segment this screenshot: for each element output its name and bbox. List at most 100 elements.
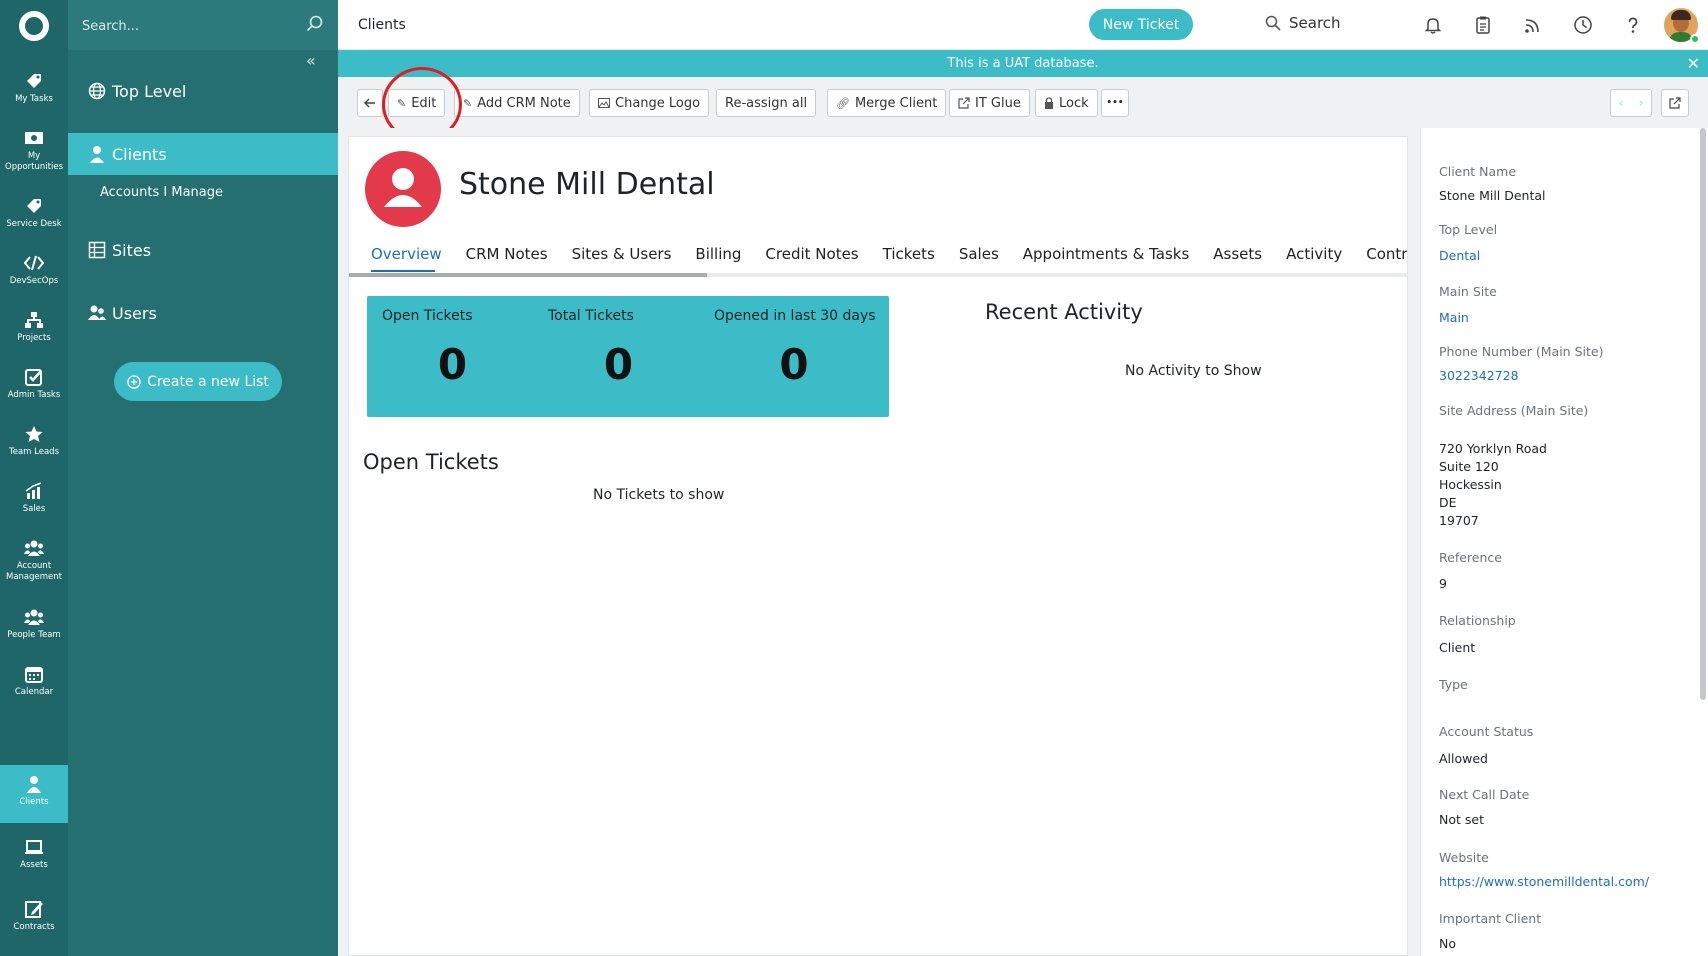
back-button[interactable] (357, 89, 383, 117)
clients-sidebar: « Top Level Clients Accounts I Manage Si… (68, 0, 338, 956)
create-new-list-button[interactable]: Create a new List (114, 362, 282, 401)
stat-opened-last-30-days[interactable]: Opened in last 30 days 0 (699, 296, 889, 417)
collapse-sidebar-icon[interactable]: « (306, 52, 324, 70)
details-scrollbar[interactable] (1700, 128, 1706, 700)
note-icon: ✎ (463, 96, 473, 110)
clipboard-icon[interactable] (1473, 15, 1493, 35)
more-actions-button[interactable]: ••• (1101, 89, 1129, 117)
sidebar-search (68, 0, 338, 50)
sidebar-item-accounts-i-manage[interactable]: Accounts I Manage (100, 185, 223, 200)
close-icon[interactable]: ✕ (1687, 50, 1700, 77)
prev-record-icon[interactable]: ‹ (1611, 90, 1631, 116)
client-name-heading: Stone Mill Dental (459, 167, 715, 202)
rail-item-account-management[interactable]: Account Management (0, 529, 68, 593)
globe-icon (88, 82, 106, 100)
tab-activity[interactable]: Activity (1286, 245, 1342, 263)
bell-icon[interactable] (1423, 15, 1443, 35)
it-glue-label: IT Glue (975, 95, 1021, 111)
tabs-scrollbar-thumb[interactable] (349, 273, 707, 277)
rail-item-assets[interactable]: Assets (0, 828, 68, 886)
top-level-label: Top Level (1439, 222, 1498, 237)
website-link[interactable]: https://www.stonemilldental.com/ (1439, 874, 1649, 889)
people-icon (24, 609, 44, 625)
phone-link[interactable]: 3022342728 (1439, 368, 1519, 383)
tab-tickets[interactable]: Tickets (883, 245, 935, 263)
add-crm-note-button[interactable]: ✎ Add CRM Note (454, 89, 580, 117)
external-link-icon (958, 97, 970, 109)
client-logo (365, 151, 441, 227)
new-ticket-button[interactable]: New Ticket (1089, 9, 1193, 40)
rail-item-clients[interactable]: Clients (0, 765, 68, 823)
top-level-link[interactable]: Dental (1439, 248, 1480, 263)
tab-sales[interactable]: Sales (959, 245, 999, 263)
add-crm-note-label: Add CRM Note (477, 95, 571, 111)
rail-item-my-tasks[interactable]: My Tasks (0, 62, 68, 120)
rail-item-projects[interactable]: Projects (0, 301, 68, 359)
people-icon (24, 540, 44, 556)
relationship-label: Relationship (1439, 613, 1516, 628)
app-logo-icon[interactable] (19, 11, 49, 41)
rss-icon[interactable] (1523, 15, 1543, 35)
popout-button[interactable] (1661, 89, 1689, 117)
reassign-all-button[interactable]: Re-assign all (716, 89, 817, 117)
sidebar-item-sites[interactable]: Sites (68, 229, 338, 271)
edit-icon (25, 901, 43, 918)
sidebar-search-input[interactable] (82, 14, 292, 38)
plus-circle-icon (127, 374, 141, 389)
page-title: Clients (358, 17, 406, 33)
it-glue-button[interactable]: IT Glue (949, 89, 1030, 117)
next-call-label: Next Call Date (1439, 787, 1530, 802)
change-logo-button[interactable]: Change Logo (589, 89, 710, 117)
rail-item-devsecops[interactable]: DevSecOps (0, 244, 68, 302)
top-bar: Clients New Ticket Search (338, 0, 1708, 50)
client-details-panel: Client Name Stone Mill Dental Top Level … (1420, 128, 1708, 956)
tabs-scrollbar[interactable] (349, 273, 1407, 277)
tab-overview[interactable]: Overview (371, 245, 442, 263)
rail-item-my-opportunities[interactable]: My Opportunities (0, 119, 68, 181)
tab-sites-users[interactable]: Sites & Users (572, 245, 672, 263)
tab-contracts[interactable]: Contracts (1366, 245, 1407, 263)
avatar-hair (1671, 10, 1691, 20)
icon-rail: My Tasks My Opportunities Service Desk D… (0, 0, 68, 956)
client-name-value: Stone Mill Dental (1439, 188, 1546, 203)
phone-label: Phone Number (Main Site) (1439, 344, 1604, 359)
tab-appointments-tasks[interactable]: Appointments & Tasks (1023, 245, 1190, 263)
help-icon[interactable] (1623, 15, 1643, 35)
global-search[interactable]: Search (1265, 14, 1341, 32)
sidebar-item-users[interactable]: Users (68, 292, 338, 334)
search-icon[interactable] (306, 15, 324, 33)
tab-credit-notes[interactable]: Credit Notes (765, 245, 858, 263)
lock-icon (1045, 97, 1053, 109)
rail-item-people-team[interactable]: People Team (0, 598, 68, 656)
clock-icon[interactable] (1573, 15, 1593, 35)
rail-item-service-desk[interactable]: Service Desk (0, 187, 68, 245)
important-client-value: No (1439, 936, 1456, 951)
tag-icon (27, 74, 41, 88)
sidebar-item-top-level[interactable]: Top Level (68, 70, 338, 112)
rail-label: Contracts (13, 922, 55, 932)
rail-label: My Opportunities (5, 151, 63, 172)
tab-assets[interactable]: Assets (1213, 245, 1262, 263)
main-site-link[interactable]: Main (1439, 310, 1469, 325)
address-line: 19707 (1439, 513, 1479, 528)
rail-item-calendar[interactable]: Calendar (0, 655, 68, 713)
account-status-label: Account Status (1439, 724, 1534, 739)
merge-client-button[interactable]: 🔗︎ Merge Client (827, 89, 947, 117)
person-icon (27, 776, 41, 793)
image-icon (598, 98, 610, 108)
stat-label: Opened in last 30 days (714, 308, 876, 324)
recent-activity-heading: Recent Activity (985, 300, 1143, 324)
rail-item-sales[interactable]: Sales (0, 472, 68, 530)
person-icon (90, 146, 104, 163)
lock-button[interactable]: Lock (1035, 89, 1098, 117)
rail-item-admin-tasks[interactable]: Admin Tasks (0, 358, 68, 416)
stat-open-tickets[interactable]: Open Tickets 0 (367, 296, 538, 417)
rail-item-team-leads[interactable]: Team Leads (0, 415, 68, 473)
tab-billing[interactable]: Billing (695, 245, 741, 263)
tab-crm-notes[interactable]: CRM Notes (466, 245, 548, 263)
stat-total-tickets[interactable]: Total Tickets 0 (533, 296, 704, 417)
rail-item-contracts[interactable]: Contracts (0, 890, 68, 948)
stat-value: 0 (437, 340, 468, 389)
next-record-icon[interactable]: › (1631, 90, 1651, 116)
sidebar-item-clients[interactable]: Clients (68, 133, 338, 175)
